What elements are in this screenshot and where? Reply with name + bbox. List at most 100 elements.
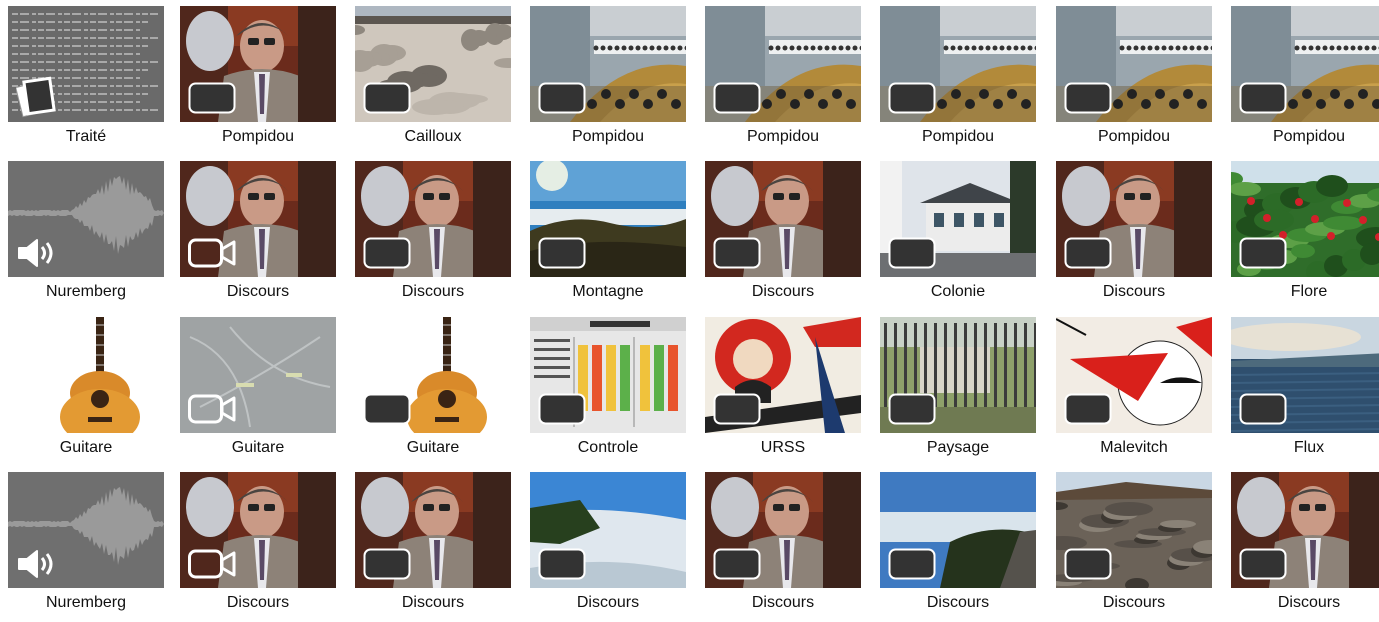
image-icon	[363, 82, 411, 114]
media-thumbnail[interactable]	[180, 472, 336, 588]
media-tile[interactable]: Traité	[8, 6, 164, 156]
media-tile[interactable]: Discours	[180, 161, 336, 311]
media-label: Montagne	[524, 282, 692, 302]
media-thumbnail[interactable]	[1056, 317, 1212, 433]
media-label: Traité	[2, 127, 170, 147]
media-tile[interactable]: Guitare	[8, 317, 164, 467]
media-thumbnail[interactable]	[8, 472, 164, 588]
media-tile[interactable]: Pompidou	[705, 6, 861, 156]
media-thumbnail[interactable]	[180, 317, 336, 433]
media-thumbnail[interactable]	[1056, 472, 1212, 588]
image-icon	[538, 82, 586, 114]
media-tile[interactable]: Cailloux	[355, 6, 511, 156]
media-thumbnail[interactable]	[8, 161, 164, 277]
media-label: Malevitch	[1050, 438, 1218, 458]
media-tile[interactable]: Discours	[355, 161, 511, 311]
image-icon	[1239, 82, 1287, 114]
media-thumbnail[interactable]	[705, 161, 861, 277]
media-tile[interactable]: Pompidou	[880, 6, 1036, 156]
media-tile[interactable]: Paysage	[880, 317, 1036, 467]
media-tile[interactable]: Discours	[355, 472, 511, 622]
media-tile[interactable]: Discours	[705, 472, 861, 622]
media-thumbnail[interactable]	[8, 6, 164, 122]
media-thumbnail[interactable]	[880, 6, 1036, 122]
image-icon	[1239, 548, 1287, 580]
media-label: Pompidou	[1225, 127, 1379, 147]
media-tile[interactable]: Discours	[530, 472, 686, 622]
media-label: Nuremberg	[2, 593, 170, 613]
media-thumbnail[interactable]	[355, 317, 511, 433]
media-label: Discours	[174, 593, 342, 613]
media-label: Discours	[1225, 593, 1379, 613]
media-tile[interactable]: Discours	[180, 472, 336, 622]
speaker-icon	[16, 237, 64, 269]
media-label: Discours	[699, 593, 867, 613]
media-label: Colonie	[874, 282, 1042, 302]
image-icon	[1239, 393, 1287, 425]
media-label: Pompidou	[524, 127, 692, 147]
media-thumbnail[interactable]	[180, 6, 336, 122]
media-thumbnail[interactable]	[1056, 161, 1212, 277]
media-tile[interactable]: Discours	[705, 161, 861, 311]
media-thumbnail[interactable]	[1056, 6, 1212, 122]
media-label: Discours	[874, 593, 1042, 613]
media-thumbnail[interactable]	[880, 317, 1036, 433]
media-tile[interactable]: Controle	[530, 317, 686, 467]
media-tile[interactable]: Malevitch	[1056, 317, 1212, 467]
media-thumbnail[interactable]	[530, 472, 686, 588]
media-tile[interactable]: Pompidou	[530, 6, 686, 156]
media-thumbnail[interactable]	[1231, 6, 1379, 122]
media-label: Guitare	[349, 438, 517, 458]
image-icon	[538, 237, 586, 269]
image-icon	[538, 393, 586, 425]
media-tile[interactable]: Pompidou	[1056, 6, 1212, 156]
media-tile[interactable]: Flore	[1231, 161, 1379, 311]
media-tile[interactable]: Discours	[1056, 472, 1212, 622]
media-thumbnail[interactable]	[530, 317, 686, 433]
media-thumbnail[interactable]	[705, 6, 861, 122]
media-tile[interactable]: Guitare	[355, 317, 511, 467]
image-icon	[888, 237, 936, 269]
media-thumbnail[interactable]	[1231, 472, 1379, 588]
media-tile[interactable]: Nuremberg	[8, 472, 164, 622]
media-label: URSS	[699, 438, 867, 458]
media-tile[interactable]: Colonie	[880, 161, 1036, 311]
video-icon	[188, 393, 236, 425]
speaker-icon	[16, 548, 64, 580]
image-icon	[1064, 548, 1112, 580]
media-thumbnail[interactable]	[180, 161, 336, 277]
media-tile[interactable]: Nuremberg	[8, 161, 164, 311]
image-icon	[713, 548, 761, 580]
media-thumbnail[interactable]	[880, 472, 1036, 588]
media-label: Guitare	[2, 438, 170, 458]
media-tile[interactable]: Guitare	[180, 317, 336, 467]
media-tile[interactable]: Montagne	[530, 161, 686, 311]
image-icon	[188, 82, 236, 114]
media-tile[interactable]: Discours	[880, 472, 1036, 622]
media-thumbnail[interactable]	[705, 472, 861, 588]
media-thumbnail[interactable]	[705, 317, 861, 433]
media-label: Discours	[349, 593, 517, 613]
image-icon	[538, 548, 586, 580]
media-thumbnail[interactable]	[1231, 161, 1379, 277]
media-tile[interactable]: Pompidou	[180, 6, 336, 156]
media-tile[interactable]: Flux	[1231, 317, 1379, 467]
media-tile[interactable]: Pompidou	[1231, 6, 1379, 156]
media-label: Nuremberg	[2, 282, 170, 302]
media-thumbnail[interactable]	[355, 472, 511, 588]
media-thumbnail[interactable]	[1231, 317, 1379, 433]
media-thumbnail[interactable]	[355, 161, 511, 277]
media-thumbnail[interactable]	[880, 161, 1036, 277]
image-icon	[713, 82, 761, 114]
media-tile[interactable]: Discours	[1056, 161, 1212, 311]
image-icon	[363, 548, 411, 580]
media-tile[interactable]: Discours	[1231, 472, 1379, 622]
media-thumbnail[interactable]	[355, 6, 511, 122]
media-thumbnail[interactable]	[530, 6, 686, 122]
media-thumbnail[interactable]	[8, 317, 164, 433]
media-label: Controle	[524, 438, 692, 458]
media-thumbnail[interactable]	[530, 161, 686, 277]
media-grid: Traité Pompidou Cailloux Pompidou	[0, 0, 1379, 614]
media-tile[interactable]: URSS	[705, 317, 861, 467]
image-icon	[1064, 82, 1112, 114]
